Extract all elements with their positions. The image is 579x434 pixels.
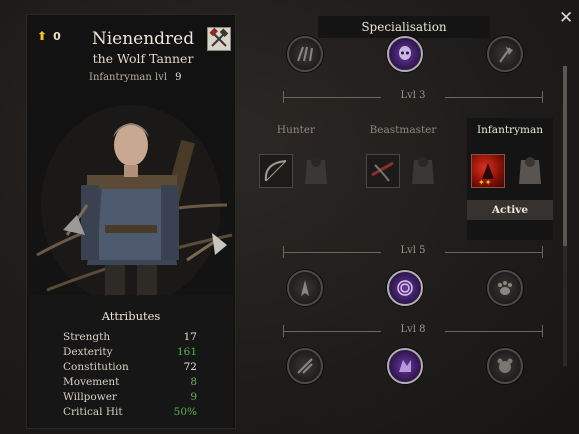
axe-icon bbox=[499, 47, 513, 63]
level-divider: Lvl 5 bbox=[283, 245, 543, 258]
scrollbar[interactable] bbox=[563, 66, 567, 366]
level-divider: Lvl 8 bbox=[283, 324, 543, 337]
paw-icon bbox=[498, 281, 512, 295]
skull-icon bbox=[399, 46, 411, 60]
class-name: Infantryman bbox=[477, 124, 543, 136]
skill-slot-active[interactable] bbox=[387, 270, 423, 306]
attribute-value: 50% bbox=[173, 406, 197, 418]
active-status-button[interactable]: Active bbox=[467, 200, 553, 220]
character-panel: ⬆ 0 Nienendred the Wolf Tanner Infantrym… bbox=[26, 14, 236, 429]
attribute-label: Constitution bbox=[63, 361, 129, 373]
skill-slot[interactable] bbox=[487, 270, 523, 306]
specialisation-header: Specialisation bbox=[318, 16, 490, 38]
armor-icon bbox=[519, 157, 541, 184]
attribute-row[interactable]: Movement 8 bbox=[63, 376, 197, 391]
class-name: Hunter bbox=[276, 124, 316, 136]
attribute-row[interactable]: Strength 17 bbox=[63, 331, 197, 346]
attribute-value: 161 bbox=[176, 346, 197, 358]
skill-slot-active[interactable] bbox=[387, 348, 423, 384]
scrollbar-thumb[interactable] bbox=[563, 66, 567, 246]
attributes-header: Attributes bbox=[101, 309, 161, 323]
bear-icon bbox=[497, 358, 513, 373]
spear-icon bbox=[301, 280, 309, 296]
class-option-hunter[interactable]: Hunter bbox=[253, 118, 339, 240]
attribute-row[interactable]: Constitution 72 bbox=[63, 361, 197, 376]
attribute-value: 9 bbox=[190, 391, 197, 403]
skill-slot[interactable] bbox=[287, 270, 323, 306]
arrow-up-icon: ⬆ bbox=[37, 29, 48, 43]
level-label: Lvl 5 bbox=[400, 245, 426, 256]
character-title: the Wolf Tanner bbox=[92, 51, 194, 66]
rage-skill-icon[interactable]: ✦✦ bbox=[471, 154, 505, 188]
attribute-label: Movement bbox=[63, 376, 120, 388]
character-portrait bbox=[36, 105, 233, 310]
skill-slot[interactable] bbox=[487, 348, 523, 384]
attribute-value: 8 bbox=[190, 376, 197, 388]
character-name: Nienendred bbox=[91, 29, 195, 49]
svg-text:✦✦: ✦✦ bbox=[478, 178, 492, 187]
attribute-row[interactable]: Critical Hit 50% bbox=[63, 406, 197, 421]
character-class: Infantryman lvl 9 bbox=[89, 72, 181, 83]
level-label: Lvl 3 bbox=[400, 90, 426, 101]
class-option-beastmaster[interactable]: Beastmaster bbox=[360, 118, 446, 240]
attribute-points-value: 0 bbox=[53, 29, 61, 43]
beast-icon bbox=[399, 360, 411, 372]
class-name: Beastmaster bbox=[369, 124, 437, 136]
class-label: Infantryman lvl bbox=[89, 72, 168, 83]
class-option-infantryman[interactable]: Infantryman ✦✦ bbox=[467, 118, 553, 240]
armor-icon bbox=[412, 157, 434, 184]
skill-slot-active[interactable] bbox=[387, 36, 423, 72]
level-divider: Lvl 3 bbox=[283, 90, 543, 103]
bow-skill-icon[interactable] bbox=[259, 154, 293, 188]
crossed-hammers-icon[interactable] bbox=[207, 27, 231, 51]
specialisation-panel: Specialisation ✕ Lvl 3 Hunter Beastmaste… bbox=[253, 8, 573, 429]
close-icon[interactable]: ✕ bbox=[559, 8, 573, 28]
vortex-icon bbox=[397, 280, 413, 296]
claw-icon bbox=[297, 46, 313, 62]
attributes-panel: Attributes Strength 17 Dexterity 161 Con… bbox=[29, 295, 233, 428]
level-label: Lvl 8 bbox=[400, 324, 426, 335]
armor-icon bbox=[305, 157, 327, 184]
attribute-value: 72 bbox=[183, 361, 197, 373]
skill-slot[interactable] bbox=[287, 348, 323, 384]
crossbow-skill-icon[interactable] bbox=[366, 154, 400, 188]
attribute-value: 17 bbox=[183, 331, 197, 343]
attribute-label: Critical Hit bbox=[63, 406, 123, 418]
attribute-row[interactable]: Willpower 9 bbox=[63, 391, 197, 406]
arrows-icon bbox=[297, 358, 313, 374]
attribute-row[interactable]: Dexterity 161 bbox=[63, 346, 197, 361]
attribute-label: Willpower bbox=[63, 391, 117, 403]
attribute-label: Dexterity bbox=[63, 346, 113, 358]
skill-slot[interactable] bbox=[287, 36, 323, 72]
attribute-points[interactable]: ⬆ 0 bbox=[37, 29, 61, 43]
class-level: 9 bbox=[175, 72, 182, 83]
attribute-label: Strength bbox=[63, 331, 111, 343]
skill-slot[interactable] bbox=[487, 36, 523, 72]
